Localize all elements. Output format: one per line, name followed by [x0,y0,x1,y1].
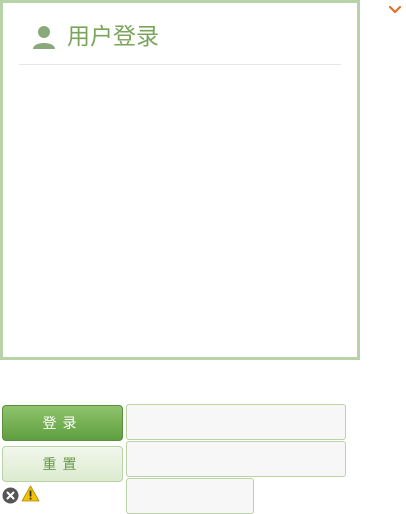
close-icon[interactable] [2,487,19,504]
password-input[interactable] [126,441,346,477]
username-input[interactable] [126,404,346,440]
captcha-input[interactable] [126,478,254,514]
user-icon [31,24,57,50]
panel-title: 用户登录 [67,24,159,50]
panel-divider [19,64,341,65]
reset-button[interactable]: 重置 [2,446,123,482]
login-page: 用户登录 登录 重置 [0,0,406,514]
login-panel: 用户登录 [0,0,360,360]
login-button[interactable]: 登录 [2,405,123,441]
panel-header: 用户登录 [31,21,159,53]
warning-icon [21,485,40,502]
chevron-down-icon[interactable] [388,0,402,14]
